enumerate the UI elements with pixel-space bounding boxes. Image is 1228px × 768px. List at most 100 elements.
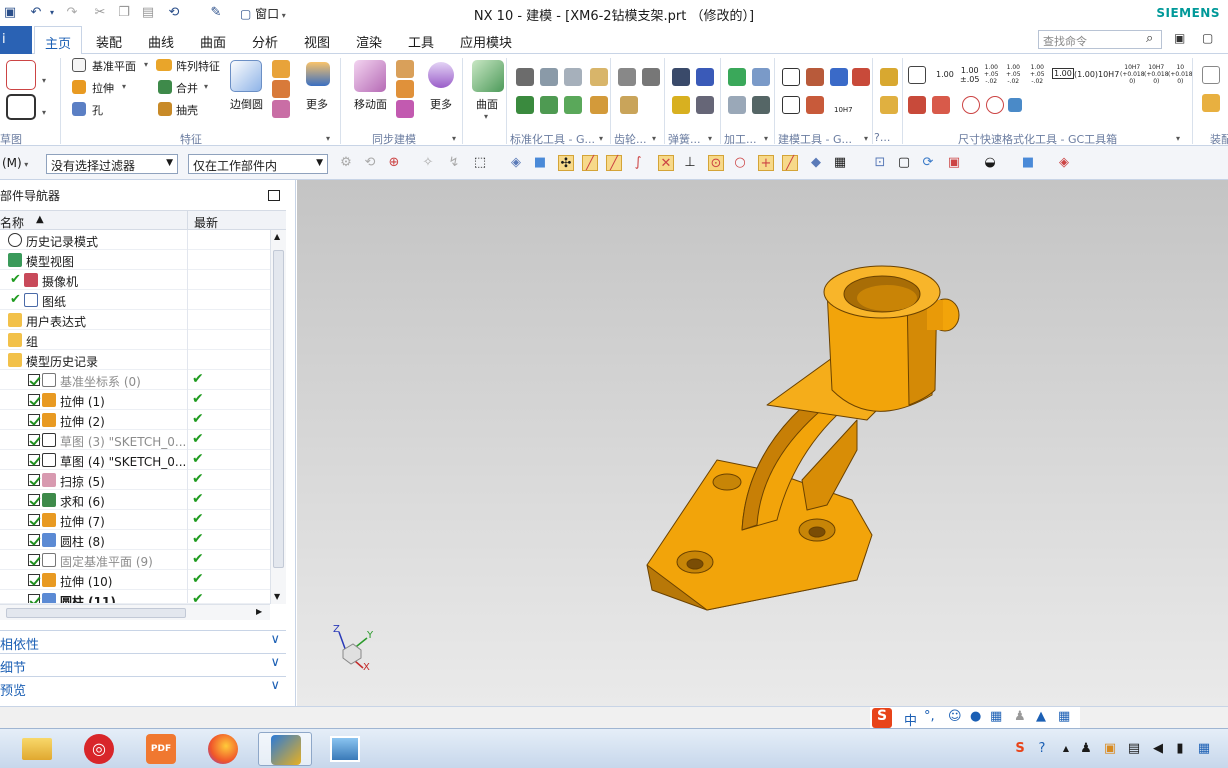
draft-icon[interactable] <box>272 80 290 98</box>
sogou-logo-icon[interactable]: S <box>872 708 892 728</box>
tab-surface[interactable]: 曲面 <box>200 32 226 51</box>
rectangle-select-icon[interactable]: ⬚ <box>472 155 488 171</box>
visibility-checkbox[interactable] <box>28 454 40 466</box>
tree-row-feature[interactable]: 拉伸 (2) ✔ <box>0 410 270 430</box>
tolerance-button-1[interactable]: 1.00 <box>936 70 954 79</box>
sketch-dropdown-icon[interactable]: ▾ <box>42 76 46 85</box>
tab-tools[interactable]: 工具 <box>408 32 434 51</box>
tab-curve[interactable]: 曲线 <box>148 32 174 51</box>
other-tool-1-icon[interactable] <box>880 68 898 86</box>
spring-tool-4-icon[interactable] <box>696 96 714 114</box>
std-tool-4-icon[interactable] <box>590 68 608 86</box>
rectangle-icon[interactable] <box>6 94 36 120</box>
trim-body-icon[interactable] <box>272 100 290 118</box>
visibility-checkbox[interactable] <box>28 374 40 386</box>
visibility-checkbox[interactable] <box>28 394 40 406</box>
snap-point-icon[interactable]: ✣ <box>558 155 574 171</box>
tolerance-button-7[interactable]: (1.00) <box>1074 70 1098 79</box>
help-tray-icon[interactable]: ? <box>1034 741 1050 757</box>
datum-plane-icon[interactable] <box>72 58 86 72</box>
user-icon[interactable]: ♟ <box>1014 709 1026 724</box>
shaded-view-icon[interactable]: ■ <box>1020 155 1036 171</box>
surface-icon[interactable] <box>472 60 504 92</box>
dimension-tool-4-icon[interactable] <box>962 96 980 114</box>
snap-endpoint-icon[interactable]: ╱ <box>582 155 598 171</box>
pattern-feature-icon[interactable] <box>156 59 172 71</box>
edge-blend-button[interactable]: 边倒圆 <box>230 96 263 112</box>
tree-row-feature[interactable]: 基准坐标系 (0) ✔ <box>0 370 270 390</box>
more-features-button[interactable]: 更多 <box>306 96 328 112</box>
modeling-tool-3-icon[interactable] <box>830 68 848 86</box>
snap-quadrant-icon[interactable]: ○ <box>732 155 748 171</box>
tree-row-feature[interactable]: 拉伸 (7) ✔ <box>0 510 270 530</box>
move-face-button[interactable]: 移动面 <box>354 96 387 112</box>
scrollbar-thumb[interactable] <box>6 608 186 618</box>
snap-control-point-icon[interactable]: ∫ <box>630 155 646 171</box>
dimension-tool-5-icon[interactable] <box>986 96 1004 114</box>
tab-render[interactable]: 渲染 <box>356 32 382 51</box>
restore-window-icon[interactable]: ▣ <box>1174 31 1185 45</box>
visibility-checkbox[interactable] <box>28 434 40 446</box>
surface-button[interactable]: 曲面 <box>476 96 498 112</box>
unite-icon[interactable] <box>158 80 172 94</box>
visibility-checkbox[interactable] <box>28 414 40 426</box>
render-style-icon[interactable]: ◒ <box>982 155 998 171</box>
snap-midpoint-icon[interactable]: ╱ <box>606 155 622 171</box>
unite-button[interactable]: 合并 <box>176 80 198 96</box>
taskbar-netease-music[interactable]: ◎ <box>72 732 126 766</box>
tree-row-drawings[interactable]: ✔ 图纸 <box>0 290 270 310</box>
shell-button[interactable]: 抽壳 <box>176 102 198 118</box>
orient-view-icon[interactable]: ▣ <box>946 155 962 171</box>
taskbar-file-explorer[interactable] <box>10 732 64 766</box>
scroll-down-icon[interactable]: ▼ <box>274 592 280 601</box>
std-tool-5-icon[interactable] <box>516 96 534 114</box>
column-latest-header[interactable]: 最新 <box>194 214 218 231</box>
tree-row-model-views[interactable]: 模型视图 <box>0 250 270 270</box>
command-search-input[interactable]: 查找命令 <box>1038 30 1162 49</box>
file-tab[interactable]: ⅰ <box>0 26 32 54</box>
std-tool-7-icon[interactable] <box>564 96 582 114</box>
snap-center-icon[interactable]: ⊙ <box>708 155 724 171</box>
tree-row-feature[interactable]: 扫掠 (5) ✔ <box>0 470 270 490</box>
tolerance-button-3[interactable]: 1.00 +.05 -.02 <box>984 64 999 85</box>
snap-arc-center-icon[interactable]: ⊥ <box>682 155 698 171</box>
modeling-tool-4-icon[interactable] <box>852 68 870 86</box>
tolerance-button-10[interactable]: 10H7 (+0.018 0) <box>1144 64 1169 85</box>
rotate-view-icon[interactable]: ⟳ <box>920 155 936 171</box>
voice-icon[interactable]: ● <box>970 709 981 724</box>
tolerance-button-6[interactable]: 1.00 <box>1052 68 1074 79</box>
taskbar-image-viewer[interactable] <box>318 732 372 766</box>
dimension-tool-6-icon[interactable] <box>1008 98 1022 112</box>
gear-tool-2-icon[interactable] <box>642 68 660 86</box>
extrude-button[interactable]: 拉伸 <box>92 80 114 96</box>
modeling-tool-6-icon[interactable] <box>806 96 824 114</box>
edge-blend-icon[interactable] <box>230 60 262 92</box>
delete-face-icon[interactable] <box>396 100 414 118</box>
fit-view-icon[interactable]: ⊡ <box>872 155 888 171</box>
tree-row-feature[interactable]: 圆柱 (11) ✔ <box>0 590 270 604</box>
assembly-tool-2-icon[interactable] <box>1202 94 1220 112</box>
tree-row-feature[interactable]: 草图 (4) "SKETCH_0... ✔ <box>0 450 270 470</box>
chevron-down-icon[interactable]: ∨ <box>270 655 280 670</box>
visibility-checkbox[interactable] <box>28 574 40 586</box>
panel-preview[interactable]: 预览 ∨ <box>0 676 286 699</box>
extrude-icon[interactable] <box>72 80 86 94</box>
std-tool-1-icon[interactable] <box>516 68 534 86</box>
skin-icon[interactable]: ▲ <box>1036 709 1046 724</box>
modeling-tool-2-icon[interactable] <box>806 68 824 86</box>
assembly-tool-1-icon[interactable] <box>1202 66 1220 84</box>
more-sync-button[interactable]: 更多 <box>430 96 452 112</box>
selection-tool-5-icon[interactable]: ↯ <box>446 155 462 171</box>
tab-applications[interactable]: 应用模块 <box>460 32 512 51</box>
panel-details[interactable]: 细节 ∨ <box>0 653 286 676</box>
chevron-down-icon[interactable]: ∨ <box>270 678 280 693</box>
std-tool-2-icon[interactable] <box>540 68 558 86</box>
select-body-icon[interactable]: ■ <box>532 155 548 171</box>
show-hidden-icons-icon[interactable]: ▲ <box>1058 741 1074 757</box>
emoji-icon[interactable]: ☺ <box>948 709 962 724</box>
graphics-viewport[interactable]: Z Y X <box>297 180 1228 706</box>
tab-analysis[interactable]: 分析 <box>252 32 278 51</box>
tree-row-feature[interactable]: 拉伸 (1) ✔ <box>0 390 270 410</box>
type-filter-select[interactable]: 没有选择过滤器 ▼ <box>46 154 178 174</box>
machining-tool-4-icon[interactable] <box>752 96 770 114</box>
